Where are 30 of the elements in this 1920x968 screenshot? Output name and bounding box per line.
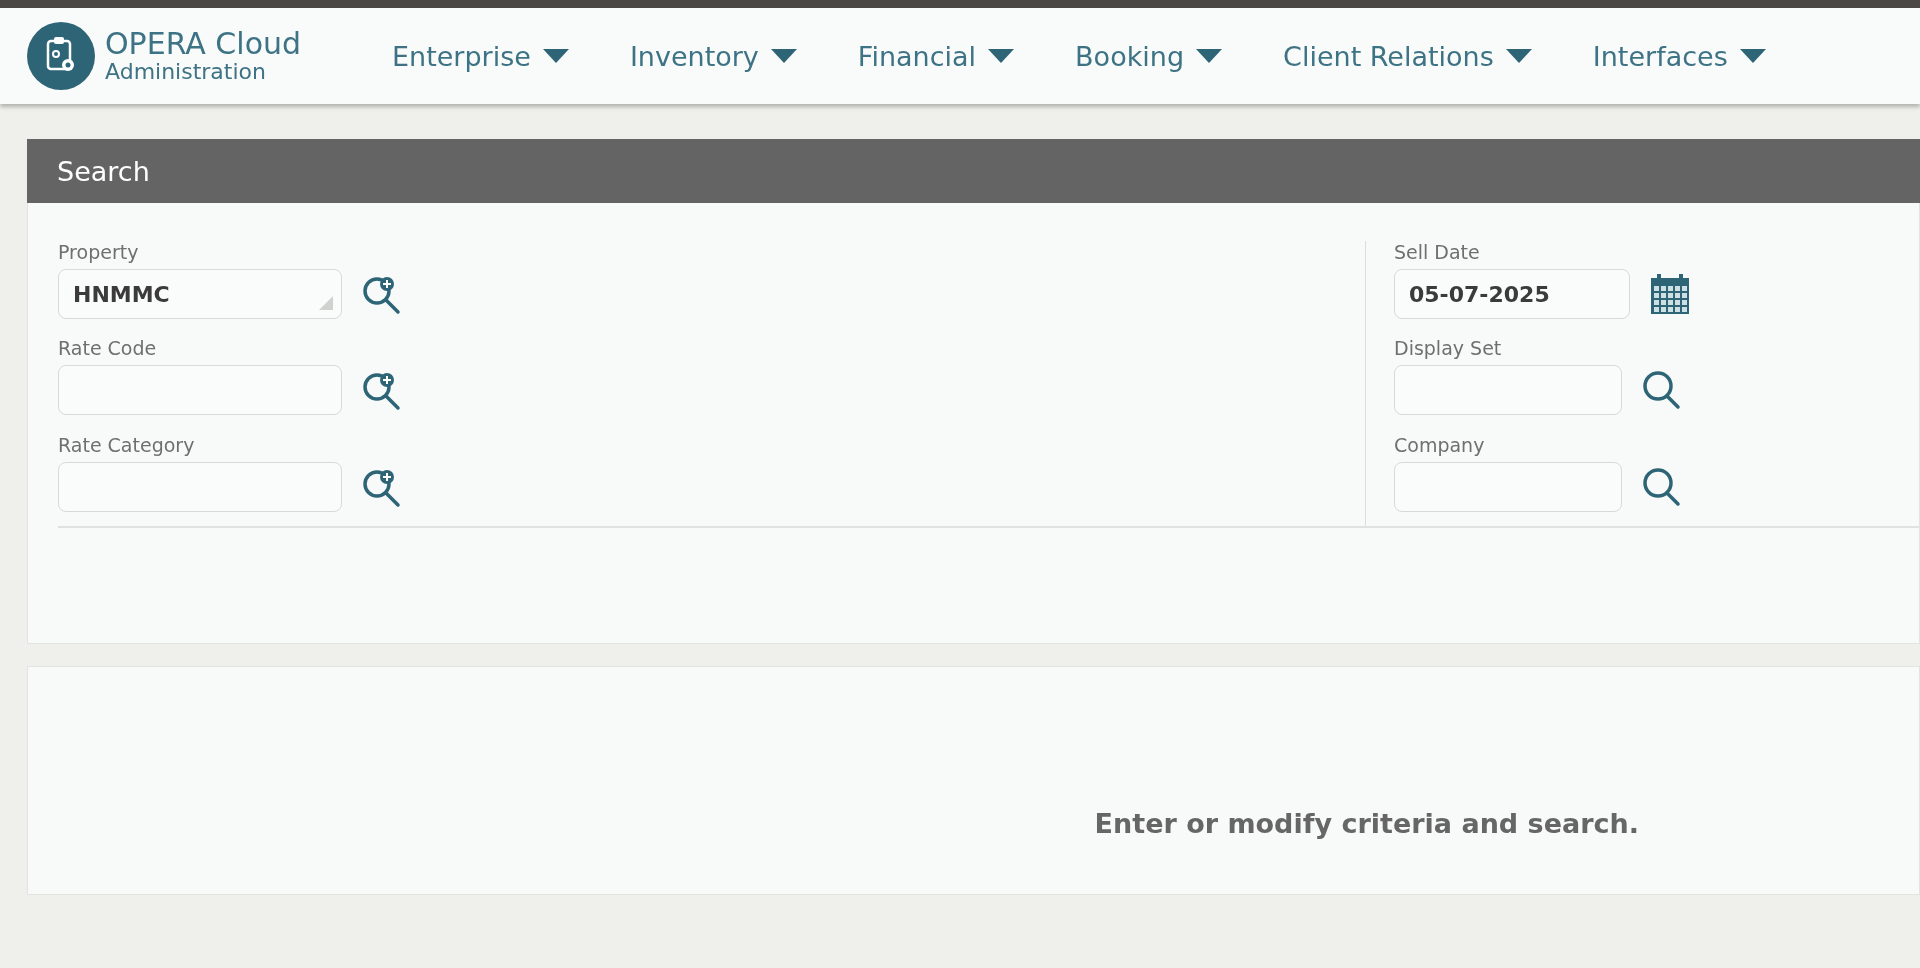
- field-label: Display Set: [1394, 337, 1503, 362]
- input-field[interactable]: 05-07-2025: [1394, 269, 1630, 319]
- input-field[interactable]: [1394, 461, 1622, 512]
- app-module: Administration: [105, 61, 267, 83]
- caret-icon: [1194, 47, 1225, 65]
- caret-icon: [1737, 47, 1768, 65]
- field-label: Sell Date: [1394, 241, 1481, 265]
- input-field[interactable]: [58, 461, 342, 512]
- caret-icon: [986, 47, 1017, 65]
- caret-icon: [1503, 47, 1534, 65]
- field-label: Rate Category: [58, 433, 196, 458]
- nav-menu[interactable]: Financial: [857, 40, 1017, 72]
- empty-message: Enter or modify criteria and search.: [1094, 808, 1639, 839]
- nav-menu[interactable]: Client Relations: [1283, 40, 1534, 72]
- nav-menu[interactable]: Enterprise: [392, 40, 571, 72]
- caret-icon: [540, 47, 571, 65]
- clipboard-gear-icon[interactable]: [27, 22, 95, 90]
- field-label: Rate Code: [58, 337, 158, 362]
- field-label: Property: [58, 241, 140, 265]
- input-field[interactable]: HNMMC: [58, 269, 342, 319]
- input-field[interactable]: [58, 365, 342, 416]
- field-label: Company: [1394, 433, 1486, 458]
- input-field[interactable]: [1394, 365, 1622, 416]
- nav-menu[interactable]: Inventory: [629, 40, 799, 72]
- calendar-icon[interactable]: [1648, 272, 1692, 316]
- nav-menu[interactable]: Booking: [1075, 40, 1225, 72]
- caret-icon: [768, 47, 799, 65]
- nav-menu[interactable]: Interfaces: [1592, 40, 1768, 72]
- section-title: Search: [57, 155, 150, 187]
- app-name: OPERA Cloud: [105, 29, 302, 59]
